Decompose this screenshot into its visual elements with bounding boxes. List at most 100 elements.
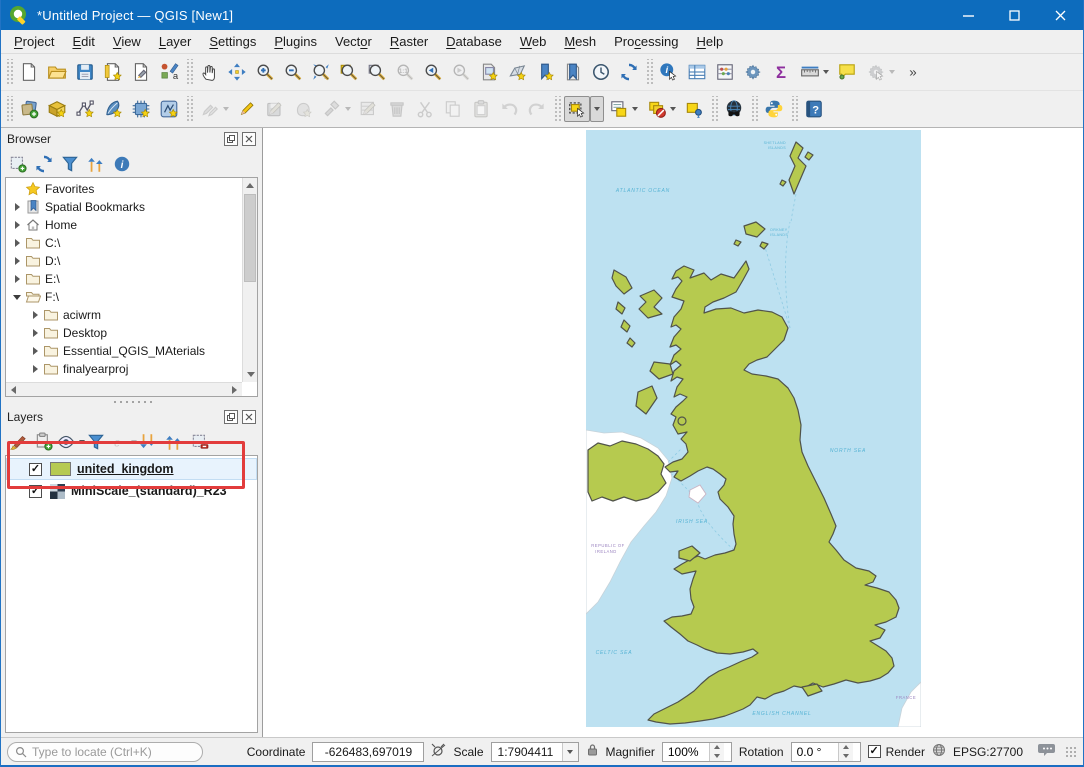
resize-grip[interactable] <box>1065 746 1077 758</box>
menu-mesh[interactable]: Mesh <box>555 31 605 52</box>
menu-processing[interactable]: Processing <box>605 31 687 52</box>
rotation-spinbox[interactable] <box>791 742 861 762</box>
open-layer-styling-button[interactable] <box>6 430 30 454</box>
browser-item-finalyearproj[interactable]: finalyearproj <box>6 360 241 378</box>
browser-item-f[interactable]: F:\ <box>6 288 241 306</box>
expand-arrow-icon[interactable] <box>10 221 24 229</box>
menu-vector[interactable]: Vector <box>326 31 381 52</box>
coordinate-field[interactable]: -626483,697019 <box>312 742 424 762</box>
python-console-button[interactable] <box>761 96 787 122</box>
minimize-button[interactable] <box>945 0 991 30</box>
remove-layer-button[interactable] <box>188 430 212 454</box>
menu-web[interactable]: Web <box>511 31 556 52</box>
pan-to-selection-button[interactable] <box>224 59 250 85</box>
layer-visibility-checkbox[interactable]: ✓ <box>29 485 42 498</box>
menu-help[interactable]: Help <box>687 31 732 52</box>
browser-item-aciwrm[interactable]: aciwrm <box>6 306 241 324</box>
browser-vertical-scrollbar[interactable] <box>242 178 257 382</box>
layer-name[interactable]: MiniScale_(standard)_R23 <box>71 484 227 498</box>
locator-input[interactable] <box>32 745 182 759</box>
magnifier-lock-icon[interactable] <box>586 743 599 760</box>
new-shapefile-layer-button[interactable] <box>72 96 98 122</box>
messages-icon[interactable] <box>1038 743 1056 760</box>
scrollbar-thumb[interactable] <box>244 194 256 282</box>
temporal-controller-button[interactable] <box>588 59 614 85</box>
browser-close-button[interactable] <box>242 132 256 146</box>
layers-float-button[interactable] <box>224 410 238 424</box>
dropdown-caret-icon[interactable] <box>345 107 351 111</box>
map-canvas[interactable]: ATLANTIC OCEAN NORTH SEA IRISH SEA CELTI… <box>263 128 1083 737</box>
map-tips-button[interactable] <box>834 59 860 85</box>
dropdown-caret-icon[interactable] <box>632 107 638 111</box>
scroll-up-button[interactable] <box>245 180 256 191</box>
browser-item-spatial-bookmarks[interactable]: Spatial Bookmarks <box>6 198 241 216</box>
layer-symbology-swatch[interactable] <box>50 462 71 476</box>
filter-browser-button[interactable] <box>58 152 82 176</box>
browser-horizontal-scrollbar[interactable] <box>6 382 242 396</box>
zoom-full-button[interactable] <box>308 59 334 85</box>
extents-toggle-icon[interactable] <box>431 743 446 761</box>
scroll-right-button[interactable] <box>229 384 240 395</box>
zoom-in-button[interactable] <box>252 59 278 85</box>
browser-float-button[interactable] <box>224 132 238 146</box>
help-contents-button[interactable]: ? <box>801 96 827 122</box>
layer-visibility-checkbox[interactable]: ✓ <box>29 463 42 476</box>
magnifier-down-arrow[interactable] <box>710 752 724 761</box>
expand-arrow-icon[interactable] <box>10 275 24 283</box>
add-group-button[interactable] <box>32 430 56 454</box>
dropdown-caret-icon[interactable] <box>823 70 829 74</box>
scroll-down-button[interactable] <box>245 369 256 380</box>
new-project-button[interactable] <box>16 59 42 85</box>
layer-row-miniscale-standard-r23[interactable]: ✓ MiniScale_(standard)_R23 <box>6 480 257 502</box>
open-attribute-table-button[interactable] <box>684 59 710 85</box>
new-temporary-scratch-layer-button[interactable] <box>128 96 154 122</box>
zoom-last-button[interactable] <box>420 59 446 85</box>
zoom-out-button[interactable] <box>280 59 306 85</box>
expand-arrow-icon[interactable] <box>28 347 42 355</box>
dropdown-caret-icon[interactable] <box>670 107 676 111</box>
menu-layer[interactable]: Layer <box>150 31 201 52</box>
pan-map-button[interactable] <box>196 59 222 85</box>
statistical-summary-button[interactable]: Σ <box>768 59 794 85</box>
browser-item-d[interactable]: D:\ <box>6 252 241 270</box>
processing-toolbox-button[interactable] <box>740 59 766 85</box>
scale-combobox[interactable]: 1:7904411 <box>491 742 579 762</box>
browser-item-desktop[interactable]: Desktop <box>6 324 241 342</box>
menu-view[interactable]: View <box>104 31 150 52</box>
new-spatialite-layer-button[interactable] <box>100 96 126 122</box>
show-spatial-bookmarks-button[interactable] <box>560 59 586 85</box>
identify-features-button[interactable]: i <box>656 59 682 85</box>
save-project-button[interactable] <box>72 59 98 85</box>
expand-all-button[interactable] <box>136 430 160 454</box>
maximize-button[interactable] <box>991 0 1037 30</box>
field-calculator-button[interactable] <box>712 59 738 85</box>
magnifier-spinbox[interactable] <box>662 742 732 762</box>
new-geopackage-layer-button[interactable] <box>44 96 70 122</box>
browser-item-e[interactable]: E:\ <box>6 270 241 288</box>
rotation-up-arrow[interactable] <box>839 743 853 752</box>
refresh-button[interactable] <box>616 59 642 85</box>
new-spatial-bookmark-button[interactable] <box>532 59 558 85</box>
dropdown-caret-icon[interactable] <box>223 107 229 111</box>
crs-status[interactable]: EPSG:27700 <box>953 745 1023 759</box>
deselect-features-button[interactable] <box>643 96 679 122</box>
browser-item-c[interactable]: C:\ <box>6 234 241 252</box>
style-manager-button[interactable]: a <box>156 59 182 85</box>
select-by-form-button[interactable] <box>605 96 641 122</box>
expand-arrow-icon[interactable] <box>10 239 24 247</box>
new-3d-map-view-button[interactable] <box>504 59 530 85</box>
close-button[interactable] <box>1037 0 1083 30</box>
browser-item-favorites[interactable]: Favorites <box>6 180 241 198</box>
manage-map-themes-button[interactable] <box>58 430 82 454</box>
browser-item-essential-qgis-materials[interactable]: Essential_QGIS_MAterials <box>6 342 241 360</box>
collapse-all-browser-button[interactable] <box>84 152 108 176</box>
select-by-value-button[interactable] <box>681 96 707 122</box>
magnifier-input[interactable] <box>663 745 709 759</box>
render-checkbox[interactable]: ✓ <box>868 745 881 758</box>
menu-raster[interactable]: Raster <box>381 31 437 52</box>
scroll-left-button[interactable] <box>8 384 19 395</box>
refresh-browser-button[interactable] <box>32 152 56 176</box>
browser-properties-button[interactable]: i <box>110 152 134 176</box>
new-map-view-button[interactable] <box>476 59 502 85</box>
expand-arrow-icon[interactable] <box>10 257 24 265</box>
